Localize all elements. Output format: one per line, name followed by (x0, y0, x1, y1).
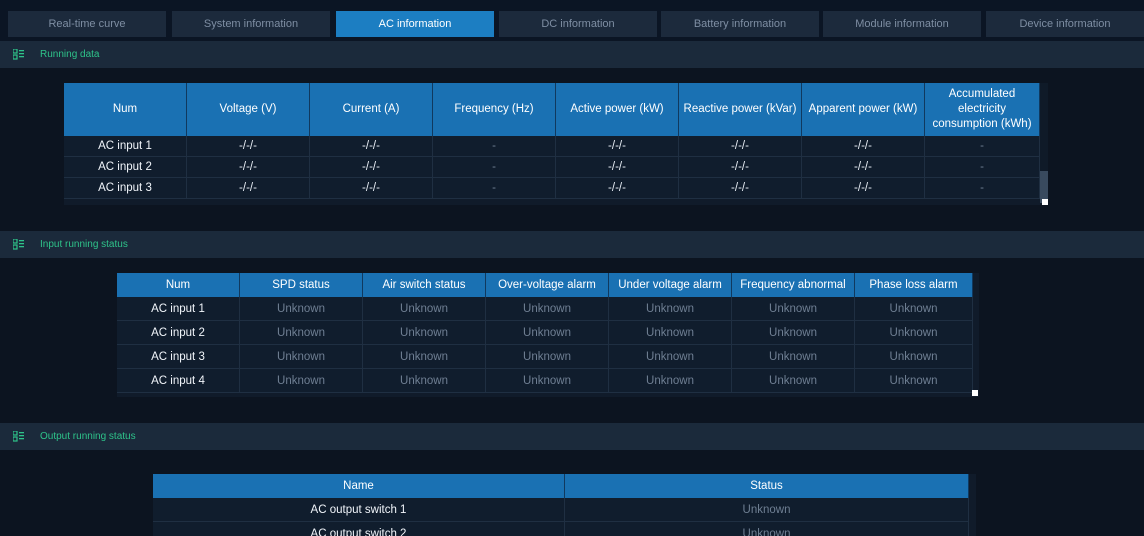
resize-corner[interactable] (1042, 199, 1048, 205)
table-cell: AC input 1 (117, 297, 240, 321)
tab-system-information[interactable]: System information (172, 11, 330, 37)
tab-device-information[interactable]: Device information (986, 11, 1144, 37)
table-cell: -/-/- (556, 157, 679, 178)
col-header: Under voltage alarm (609, 273, 732, 297)
table-cell: AC output switch 1 (153, 498, 565, 522)
section-title: Output running status (40, 431, 136, 442)
table-cell: Unknown (363, 369, 486, 393)
input-status-table: Num SPD status Air switch status Over-vo… (117, 273, 979, 397)
tab-real-time-curve[interactable]: Real-time curve (8, 11, 166, 37)
section-title: Running data (40, 49, 100, 60)
table-cell: Unknown (732, 345, 855, 369)
table-cell: AC input 2 (117, 321, 240, 345)
table-cell: -/-/- (556, 178, 679, 199)
col-header: Accumulated electricity consumption (kWh… (925, 83, 1040, 136)
resize-corner[interactable] (972, 390, 978, 396)
col-header: Status (565, 474, 969, 498)
table-cell: Unknown (855, 369, 973, 393)
table-cell: -/-/- (187, 136, 310, 157)
table-cell: -/-/- (187, 178, 310, 199)
output-status-table: Name Status AC output switch 1 Unknown A… (153, 474, 976, 536)
col-header: Reactive power (kVar) (679, 83, 802, 136)
tab-bar: Real-time curve System information AC in… (0, 0, 1144, 41)
table-cell: AC input 3 (64, 178, 187, 199)
col-header: Phase loss alarm (855, 273, 973, 297)
table-cell: -/-/- (679, 136, 802, 157)
table-cell: Unknown (855, 297, 973, 321)
table-cell: Unknown (363, 297, 486, 321)
col-header: Air switch status (363, 273, 486, 297)
table-cell: AC output switch 2 (153, 522, 565, 536)
section-header-running-data: Running data (0, 41, 1144, 68)
table-cell: Unknown (565, 498, 969, 522)
table-cell: Unknown (486, 321, 609, 345)
table-cell: -/-/- (802, 178, 925, 199)
table-cell: Unknown (240, 369, 363, 393)
col-header: Num (64, 83, 187, 136)
table-cell: AC input 3 (117, 345, 240, 369)
col-header: Current (A) (310, 83, 433, 136)
list-icon (13, 239, 24, 250)
list-icon (13, 431, 24, 442)
table-cell: - (925, 136, 1040, 157)
table-cell: -/-/- (310, 157, 433, 178)
table-cell: Unknown (609, 297, 732, 321)
table-cell: - (925, 157, 1040, 178)
table-cell: -/-/- (556, 136, 679, 157)
table-cell: -/-/- (679, 157, 802, 178)
table-cell: Unknown (855, 321, 973, 345)
table-cell: -/-/- (679, 178, 802, 199)
table-cell: Unknown (732, 321, 855, 345)
col-header: Apparent power (kW) (802, 83, 925, 136)
section-title: Input running status (40, 239, 128, 250)
table-cell: -/-/- (310, 178, 433, 199)
table-cell: Unknown (732, 297, 855, 321)
table-cell: Unknown (609, 345, 732, 369)
table-cell: Unknown (363, 321, 486, 345)
table-cell: Unknown (855, 345, 973, 369)
table-cell: -/-/- (802, 136, 925, 157)
col-header: Voltage (V) (187, 83, 310, 136)
list-icon (13, 49, 24, 60)
table-cell: Unknown (363, 345, 486, 369)
table-cell: - (433, 136, 556, 157)
table-cell: AC input 2 (64, 157, 187, 178)
table-cell: -/-/- (310, 136, 433, 157)
table-cell: Unknown (565, 522, 969, 536)
col-header: Num (117, 273, 240, 297)
table-cell: Unknown (609, 321, 732, 345)
section-header-output-running-status: Output running status (0, 423, 1144, 450)
table-cell: - (433, 157, 556, 178)
table-cell: -/-/- (187, 157, 310, 178)
table-cell: AC input 4 (117, 369, 240, 393)
table-cell: Unknown (732, 369, 855, 393)
section-header-input-running-status: Input running status (0, 231, 1144, 258)
col-header: SPD status (240, 273, 363, 297)
tab-module-information[interactable]: Module information (823, 11, 981, 37)
table-cell: - (433, 178, 556, 199)
col-header: Active power (kW) (556, 83, 679, 136)
tab-battery-information[interactable]: Battery information (661, 11, 819, 37)
scrollbar[interactable] (1040, 83, 1048, 205)
col-header: Name (153, 474, 565, 498)
tab-ac-information[interactable]: AC information (336, 11, 494, 37)
table-cell: Unknown (240, 345, 363, 369)
table-cell: AC input 1 (64, 136, 187, 157)
table-cell: Unknown (486, 369, 609, 393)
table-cell: -/-/- (802, 157, 925, 178)
table-cell: Unknown (609, 369, 732, 393)
table-cell: Unknown (486, 345, 609, 369)
table-cell: Unknown (240, 321, 363, 345)
table-cell: - (925, 178, 1040, 199)
col-header: Frequency abnormal (732, 273, 855, 297)
running-data-table: Num Voltage (V) Current (A) Frequency (H… (64, 83, 1048, 205)
table-cell: Unknown (240, 297, 363, 321)
col-header: Frequency (Hz) (433, 83, 556, 136)
tab-dc-information[interactable]: DC information (499, 11, 657, 37)
col-header: Over-voltage alarm (486, 273, 609, 297)
table-cell: Unknown (486, 297, 609, 321)
